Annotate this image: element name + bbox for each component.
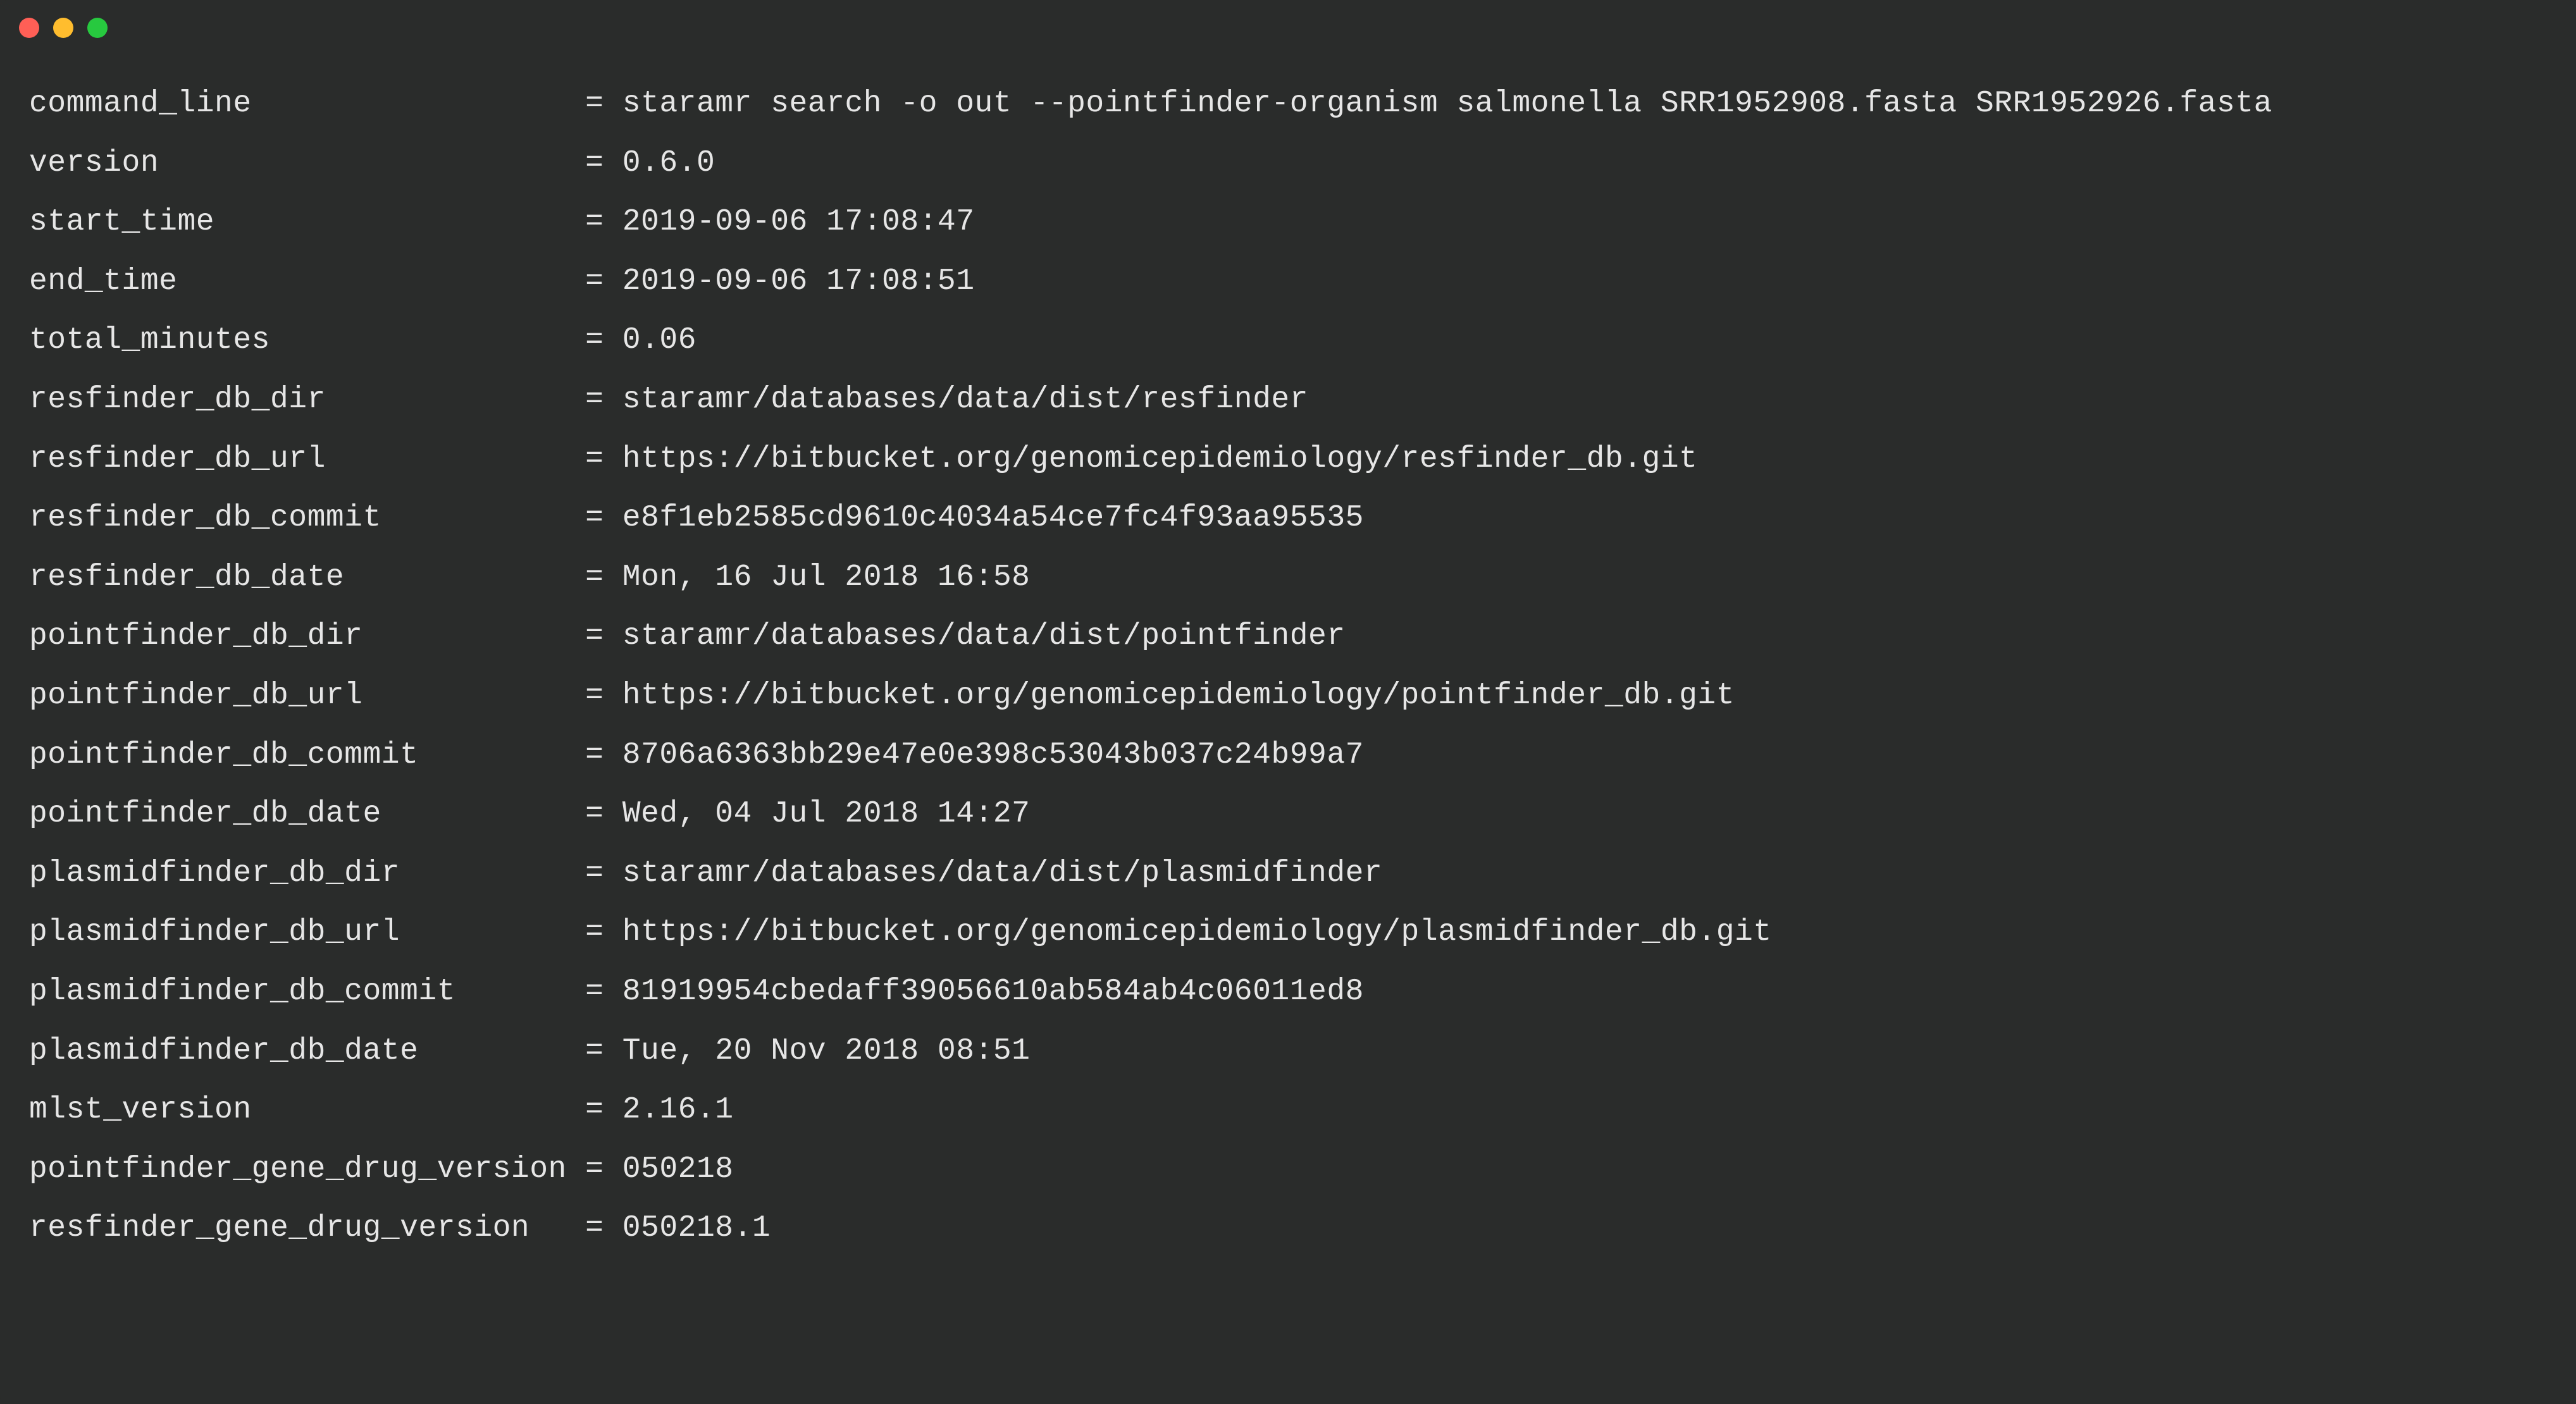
output-key: end_time [29, 252, 585, 312]
output-row: plasmidfinder_db_url = https://bitbucket… [29, 903, 2547, 963]
output-separator: = [585, 252, 622, 312]
output-value: 2019-09-06 17:08:47 [622, 193, 975, 252]
output-value: https://bitbucket.org/genomicepidemiolog… [622, 430, 1698, 490]
output-value: Mon, 16 Jul 2018 16:58 [622, 548, 1031, 608]
output-row: resfinder_db_url = https://bitbucket.org… [29, 430, 2547, 490]
output-key: plasmidfinder_db_url [29, 903, 585, 963]
output-value: 0.06 [622, 311, 697, 371]
output-value: 2019-09-06 17:08:51 [622, 252, 975, 312]
output-separator: = [585, 1199, 622, 1259]
output-row: plasmidfinder_db_date = Tue, 20 Nov 2018… [29, 1022, 2547, 1081]
output-separator: = [585, 726, 622, 785]
output-separator: = [585, 548, 622, 608]
output-value: 8706a6363bb29e47e0e398c53043b037c24b99a7 [622, 726, 1364, 785]
output-row: resfinder_db_date = Mon, 16 Jul 2018 16:… [29, 548, 2547, 608]
output-row: pointfinder_db_date = Wed, 04 Jul 2018 1… [29, 785, 2547, 844]
output-key: total_minutes [29, 311, 585, 371]
output-key: mlst_version [29, 1081, 585, 1140]
output-separator: = [585, 607, 622, 667]
maximize-icon[interactable] [87, 18, 108, 38]
output-separator: = [585, 1140, 622, 1200]
output-key: pointfinder_db_url [29, 667, 585, 726]
output-row: pointfinder_db_url = https://bitbucket.o… [29, 667, 2547, 726]
output-separator: = [585, 311, 622, 371]
output-separator: = [585, 785, 622, 844]
output-key: version [29, 134, 585, 194]
output-row: resfinder_gene_drug_version = 050218.1 [29, 1199, 2547, 1259]
output-row: command_line = staramr search -o out --p… [29, 75, 2547, 134]
output-separator: = [585, 489, 622, 548]
output-key: plasmidfinder_db_dir [29, 844, 585, 904]
output-separator: = [585, 371, 622, 430]
output-row: version = 0.6.0 [29, 134, 2547, 194]
output-value: staramr/databases/data/dist/pointfinder [622, 607, 1346, 667]
output-separator: = [585, 963, 622, 1022]
output-separator: = [585, 430, 622, 490]
terminal-output[interactable]: command_line = staramr search -o out --p… [0, 47, 2576, 1286]
terminal-window: command_line = staramr search -o out --p… [0, 0, 2576, 1404]
output-key: resfinder_db_date [29, 548, 585, 608]
output-row: pointfinder_gene_drug_version = 050218 [29, 1140, 2547, 1200]
output-row: plasmidfinder_db_commit = 81919954cbedaf… [29, 963, 2547, 1022]
output-value: https://bitbucket.org/genomicepidemiolog… [622, 903, 1772, 963]
output-value: 050218.1 [622, 1199, 771, 1259]
output-row: resfinder_db_commit = e8f1eb2585cd9610c4… [29, 489, 2547, 548]
output-value: Tue, 20 Nov 2018 08:51 [622, 1022, 1031, 1081]
output-separator: = [585, 844, 622, 904]
output-value: Wed, 04 Jul 2018 14:27 [622, 785, 1031, 844]
output-value: 0.6.0 [622, 134, 715, 194]
output-value: https://bitbucket.org/genomicepidemiolog… [622, 667, 1735, 726]
titlebar [0, 0, 2576, 47]
output-row: end_time = 2019-09-06 17:08:51 [29, 252, 2547, 312]
output-value: staramr/databases/data/dist/resfinder [622, 371, 1308, 430]
output-key: resfinder_db_dir [29, 371, 585, 430]
output-key: pointfinder_db_commit [29, 726, 585, 785]
output-row: total_minutes = 0.06 [29, 311, 2547, 371]
output-key: plasmidfinder_db_date [29, 1022, 585, 1081]
output-key: pointfinder_db_date [29, 785, 585, 844]
output-value: staramr/databases/data/dist/plasmidfinde… [622, 844, 1383, 904]
output-separator: = [585, 75, 622, 134]
output-value: 2.16.1 [622, 1081, 734, 1140]
minimize-icon[interactable] [53, 18, 73, 38]
output-separator: = [585, 1081, 622, 1140]
output-separator: = [585, 667, 622, 726]
output-value: staramr search -o out --pointfinder-orga… [622, 75, 2272, 134]
output-key: resfinder_db_url [29, 430, 585, 490]
output-row: mlst_version = 2.16.1 [29, 1081, 2547, 1140]
output-key: pointfinder_gene_drug_version [29, 1140, 585, 1200]
close-icon[interactable] [19, 18, 39, 38]
output-value: 81919954cbedaff39056610ab584ab4c06011ed8 [622, 963, 1364, 1022]
output-value: 050218 [622, 1140, 734, 1200]
output-key: resfinder_gene_drug_version [29, 1199, 585, 1259]
output-row: plasmidfinder_db_dir = staramr/databases… [29, 844, 2547, 904]
output-row: pointfinder_db_dir = staramr/databases/d… [29, 607, 2547, 667]
output-key: plasmidfinder_db_commit [29, 963, 585, 1022]
output-key: resfinder_db_commit [29, 489, 585, 548]
output-key: command_line [29, 75, 585, 134]
output-separator: = [585, 1022, 622, 1081]
output-row: start_time = 2019-09-06 17:08:47 [29, 193, 2547, 252]
output-row: pointfinder_db_commit = 8706a6363bb29e47… [29, 726, 2547, 785]
output-separator: = [585, 134, 622, 194]
output-key: start_time [29, 193, 585, 252]
output-row: resfinder_db_dir = staramr/databases/dat… [29, 371, 2547, 430]
output-key: pointfinder_db_dir [29, 607, 585, 667]
output-value: e8f1eb2585cd9610c4034a54ce7fc4f93aa95535 [622, 489, 1364, 548]
output-separator: = [585, 903, 622, 963]
output-separator: = [585, 193, 622, 252]
